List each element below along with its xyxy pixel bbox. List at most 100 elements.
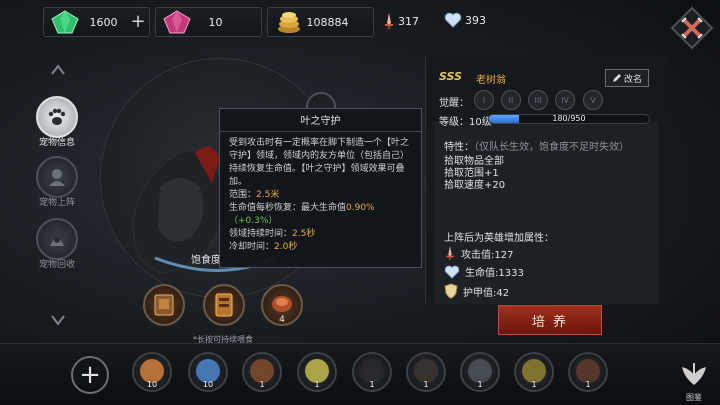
ruby-icon <box>163 10 191 34</box>
range-label: 范围： <box>229 190 257 200</box>
roster-pet-3[interactable]: 1 <box>242 352 282 392</box>
add-pet-button[interactable]: + <box>71 356 109 394</box>
exp-bar: 180/950 <box>488 114 650 124</box>
bonus-life: 生命值:1333 <box>444 264 524 279</box>
level-label: 等级：10级 <box>439 117 492 128</box>
nav-pet-recycle[interactable] <box>36 218 78 260</box>
pet-deploy-icon <box>49 169 65 186</box>
tooltip-duration: 领域持续时间：2.5秒 <box>229 228 412 241</box>
duration-label: 领域持续时间： <box>229 229 293 239</box>
tooltip-divider <box>220 131 421 132</box>
food-slot-1[interactable] <box>143 284 185 326</box>
roster-pet-9[interactable]: 1 <box>568 352 608 392</box>
attack-stat: 317 <box>383 12 419 30</box>
paw-icon <box>48 108 66 125</box>
ruby-currency: 10 <box>155 7 262 37</box>
tooltip-title: 叶之守护 <box>300 116 341 127</box>
tooltip-regen: 生命值每秒恢复：最大生命值0.90% （+0.3%） <box>229 202 412 228</box>
awaken-level-1: I <box>474 90 494 110</box>
awaken-level-2: II <box>501 90 521 110</box>
food-slot-2[interactable] <box>203 284 245 326</box>
gold-coin-icon <box>278 12 300 33</box>
pen-icon <box>612 74 621 82</box>
range-value: 2.5米 <box>256 190 280 200</box>
cooldown-value: 2.0秒 <box>274 242 298 252</box>
roster-pet-2[interactable]: 10 <box>188 352 228 392</box>
traits-header: 特性：（仅队长生效，饱食度不足时失效） <box>444 138 629 153</box>
roster-pet-level: 1 <box>585 380 591 389</box>
bonus-life-text: 生命值:1333 <box>465 268 524 279</box>
hunger-label: 饱食度 <box>191 255 221 266</box>
bonus-title: 上阵后为英雄增加属性： <box>444 233 554 244</box>
roster-pet-8[interactable]: 1 <box>514 352 554 392</box>
food-slot-3[interactable]: 4 <box>261 284 303 326</box>
nav-pet-deploy[interactable] <box>36 156 78 198</box>
emerald-value: 1600 <box>89 15 118 29</box>
tooltip-description: 受到攻击时有一定概率在脚下制造一个【叶之守护】领域，领域内的友方单位（包括自己）… <box>229 138 410 187</box>
heart-icon <box>444 12 462 28</box>
roster-pet-7[interactable]: 1 <box>460 352 500 392</box>
tooltip-range: 范围：2.5米 <box>229 189 412 202</box>
gold-currency: 108884 <box>267 7 374 37</box>
sword-icon <box>446 245 454 261</box>
awaken-level-3: III <box>528 90 548 110</box>
menu-button[interactable] <box>670 6 714 50</box>
pet-recycle-icon <box>50 237 64 246</box>
bonus-armor: 护甲值:42 <box>444 283 509 299</box>
handbook-icon <box>682 363 706 385</box>
bonus-armor-text: 护甲值:42 <box>463 287 510 299</box>
food-scroll-icon <box>215 293 233 317</box>
awaken-label: 觉醒： <box>439 98 469 109</box>
expand-arrow-icon[interactable] <box>50 314 66 331</box>
add-emerald-button[interactable]: + <box>127 13 149 31</box>
regen-bonus: （+0.3%） <box>229 216 278 226</box>
bonus-attack-text: 攻击值:127 <box>461 249 514 261</box>
regen-value: 0.90% <box>346 203 375 213</box>
roster-pet-6[interactable]: 1 <box>406 352 446 392</box>
roster-pet-level: 1 <box>369 380 375 389</box>
rarity-badge: SSS <box>439 70 462 83</box>
handbook-button[interactable] <box>674 358 714 388</box>
rename-label: 改名 <box>623 74 642 85</box>
sword-icon <box>385 13 393 29</box>
nav-pet-info[interactable] <box>36 96 78 138</box>
roster-pet-level: 1 <box>477 380 483 389</box>
exp-text: 180/950 <box>552 114 586 123</box>
food-slot-3-count: 4 <box>279 315 285 325</box>
roster-pet-level: 10 <box>146 380 158 389</box>
skill-tooltip: 叶之守护 受到攻击时有一定概率在脚下制造一个【叶之守护】领域，领域内的友方单位（… <box>219 108 422 268</box>
nav-pet-info-label: 宠物信息 <box>38 138 75 148</box>
cooldown-label: 冷却时间： <box>229 242 275 252</box>
heart-icon <box>444 265 460 279</box>
roster-pet-level: 1 <box>423 380 429 389</box>
life-stat: 393 <box>444 12 486 28</box>
roster-pet-level: 1 <box>314 380 320 389</box>
cultivate-button[interactable]: 培 养 <box>498 305 602 335</box>
bonus-attack: 攻击值:127 <box>444 245 513 261</box>
tooltip-cooldown: 冷却时间：2.0秒 <box>229 241 412 254</box>
food-box-icon <box>154 294 174 316</box>
crossed-swords-menu-icon <box>670 6 714 50</box>
rename-button[interactable]: 改名 <box>605 69 649 87</box>
emerald-icon <box>51 10 79 34</box>
duration-value: 2.5秒 <box>292 229 316 239</box>
regen-label: 生命值每秒恢复：最大生命值 <box>229 203 347 213</box>
roster-pet-4[interactable]: 1 <box>297 352 337 392</box>
nav-pet-deploy-label: 宠物上阵 <box>38 198 75 208</box>
roster-pet-level: 10 <box>202 380 214 389</box>
collapse-arrow-icon[interactable] <box>50 62 66 79</box>
ruby-value: 10 <box>208 15 223 29</box>
shield-icon <box>444 283 458 299</box>
roster-pet-level: 1 <box>259 380 265 389</box>
life-value: 393 <box>465 13 486 27</box>
emerald-currency: 1600 + <box>43 7 150 37</box>
roster-pet-level: 1 <box>531 380 537 389</box>
roster-pet-1[interactable]: 10 <box>132 352 172 392</box>
roster-pet-5[interactable]: 1 <box>352 352 392 392</box>
gold-value: 108884 <box>306 15 349 29</box>
awaken-level-4: IV <box>555 90 575 110</box>
pet-name: 老树翁 <box>476 75 506 86</box>
trait-3: 拾取速度+20 <box>444 180 506 191</box>
nav-pet-recycle-label: 宠物回收 <box>38 260 75 270</box>
awaken-level-5: V <box>583 90 603 110</box>
